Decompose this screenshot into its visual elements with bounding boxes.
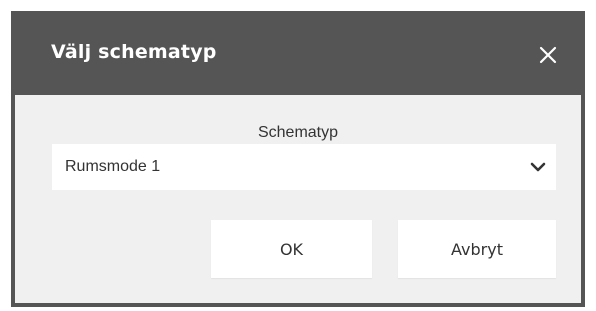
dialog-body: Schematyp Rumsmode 1 OK Avbryt xyxy=(15,95,581,303)
cancel-button[interactable]: Avbryt xyxy=(398,220,556,278)
selected-value: Rumsmode 1 xyxy=(65,158,161,175)
dialog-title: Välj schematyp xyxy=(51,41,217,63)
close-icon xyxy=(539,46,557,64)
chevron-down-icon xyxy=(530,161,546,173)
schedule-type-select[interactable]: Rumsmode 1 xyxy=(52,144,556,190)
select-schedule-type-dialog: Välj schematyp Schematyp Rumsmode 1 OK A… xyxy=(11,11,585,307)
schedule-type-label: Schematyp xyxy=(257,124,339,141)
dialog-header: Välj schematyp xyxy=(11,11,585,95)
ok-button[interactable]: OK xyxy=(211,220,372,278)
close-button[interactable] xyxy=(537,44,559,66)
